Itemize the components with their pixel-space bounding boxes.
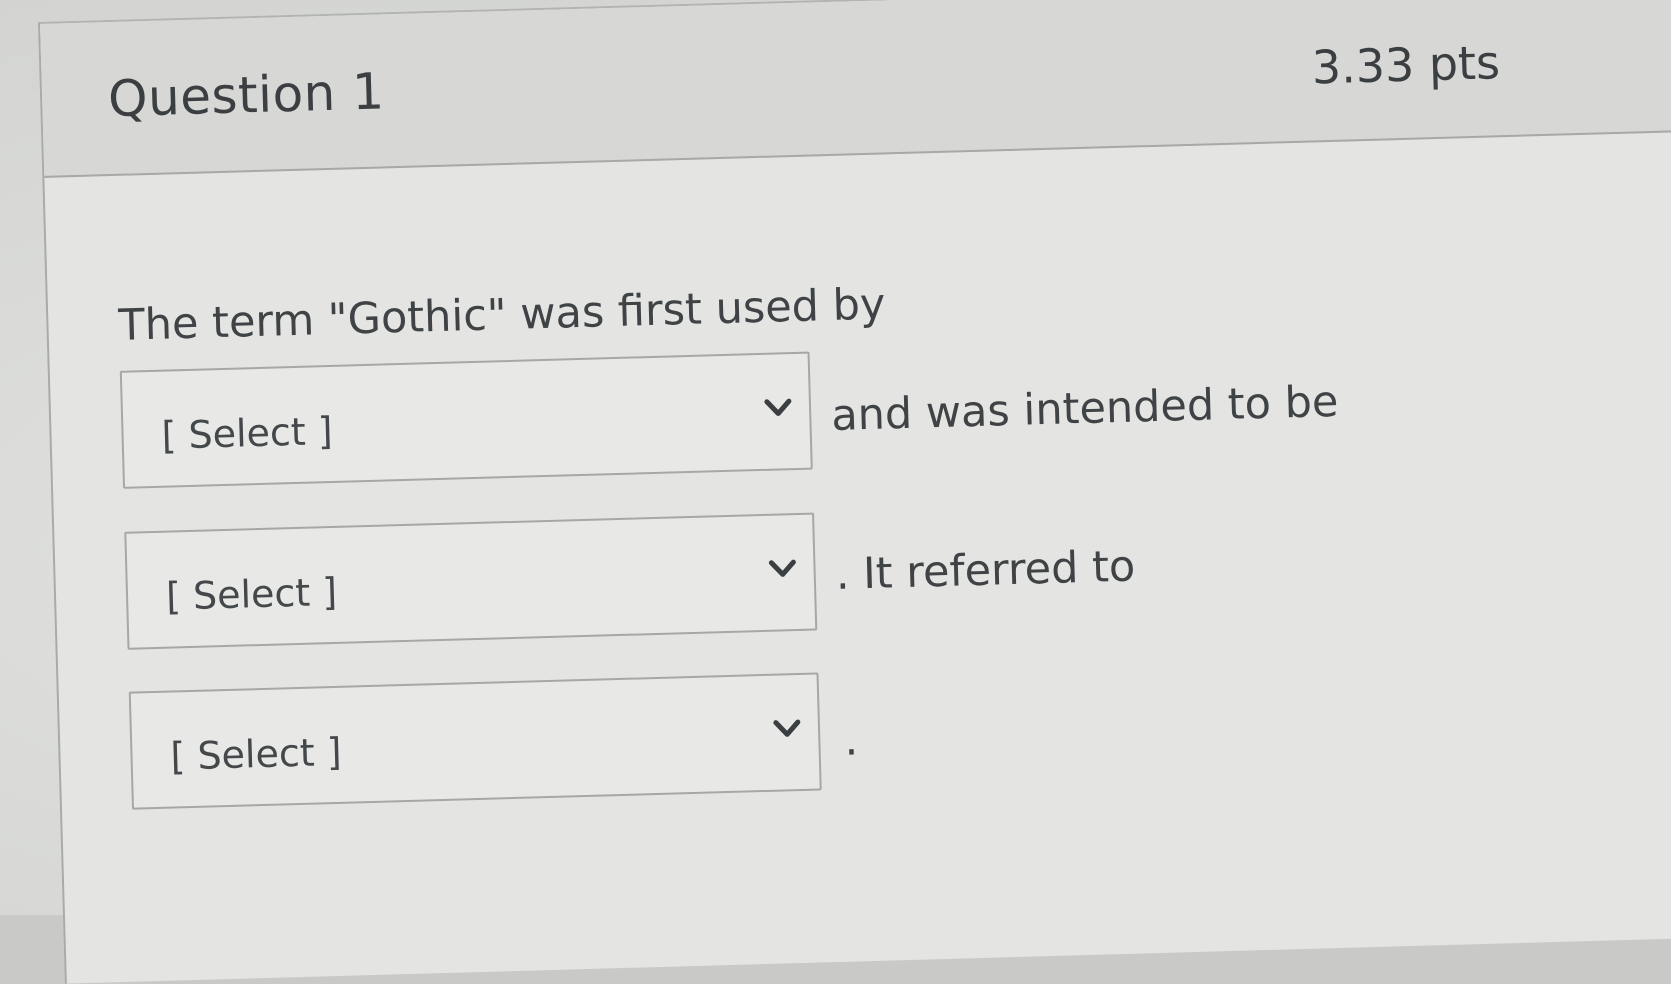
chevron-down-icon (773, 719, 801, 737)
answer-select-3[interactable]: [ Select ] (128, 672, 822, 810)
chevron-down-icon (768, 559, 796, 577)
question-prompt: The term "Gothic" was first used by (117, 279, 887, 351)
answer-select-2[interactable]: [ Select ] (124, 512, 818, 650)
question-title: Question 1 (107, 62, 386, 129)
select-placeholder: [ Select ] (165, 569, 338, 619)
chevron-down-icon (764, 398, 792, 416)
inline-text-3: . (843, 715, 859, 766)
inline-text-2: . It referred to (835, 541, 1136, 600)
question-points: 3.33 pts (1311, 35, 1501, 95)
screen: Question 1 3.33 pts The term "Gothic" wa… (0, 0, 1671, 984)
answer-select-1[interactable]: [ Select ] (119, 351, 813, 489)
select-placeholder: [ Select ] (169, 729, 343, 779)
select-placeholder: [ Select ] (160, 408, 334, 458)
inline-text-1: and was intended to be (830, 376, 1340, 441)
question-card: Question 1 3.33 pts The term "Gothic" wa… (38, 0, 1671, 984)
question-body: The term "Gothic" was first used by [ Se… (44, 130, 1671, 977)
